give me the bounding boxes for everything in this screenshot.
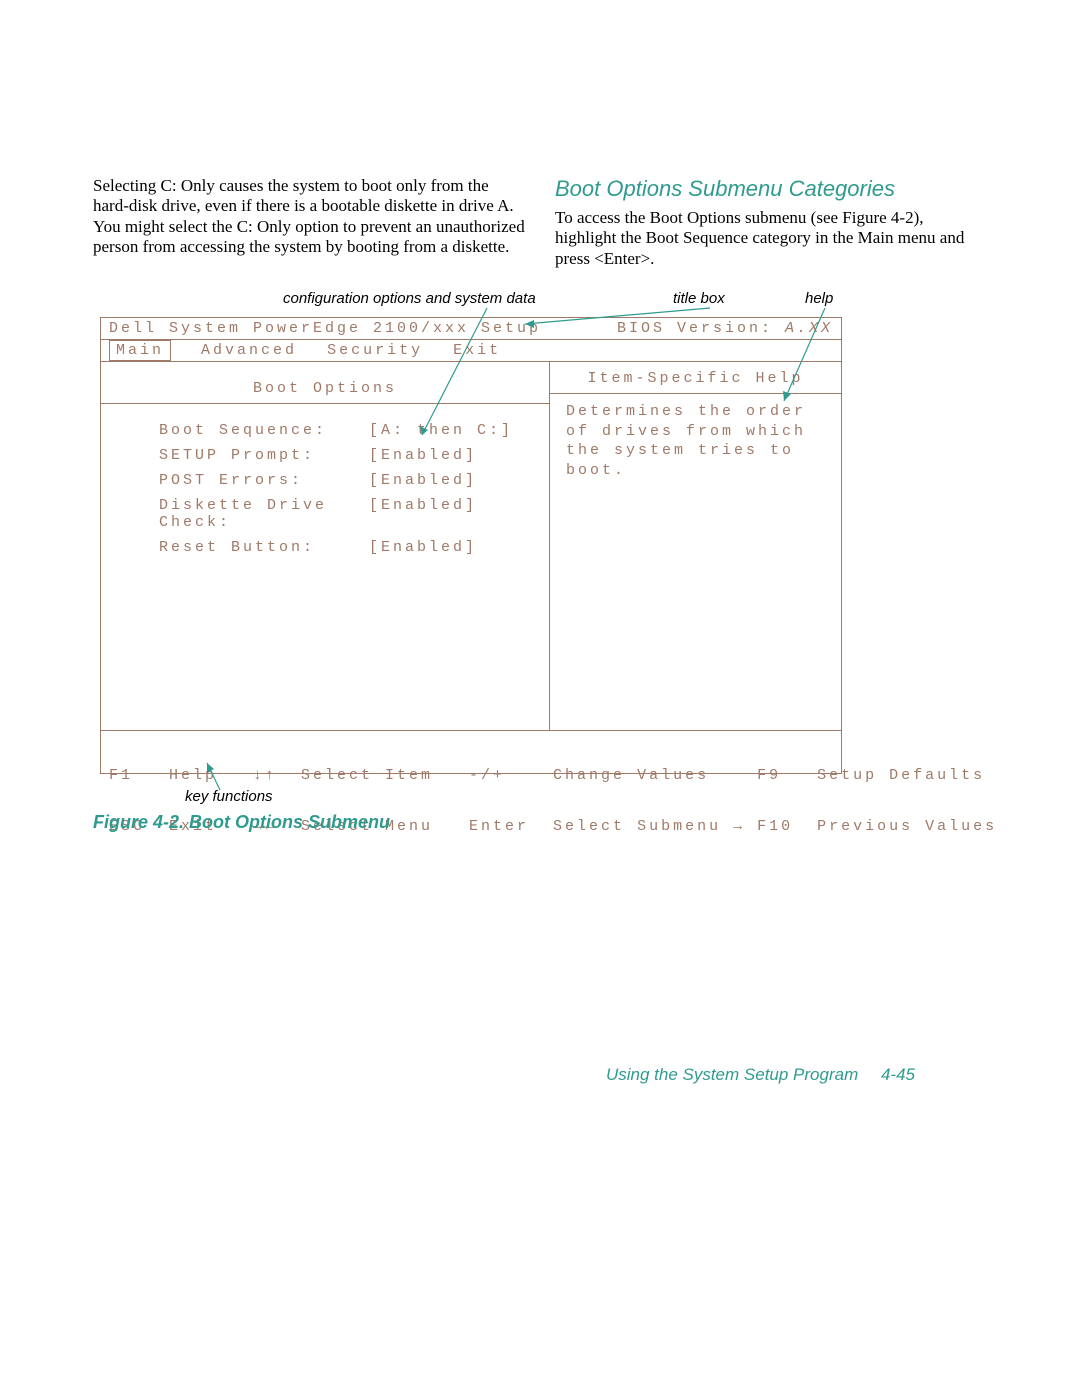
opt-diskette-check-label: Diskette Drive Check:	[159, 497, 369, 531]
menu-security[interactable]: Security	[327, 342, 423, 359]
annot-config: configuration options and system data	[283, 290, 536, 307]
bios-menu-bar: Main Advanced Security Exit	[101, 339, 841, 362]
opt-reset-button-label: Reset Button:	[159, 539, 369, 556]
opt-setup-prompt-label: SETUP Prompt:	[159, 447, 369, 464]
menu-advanced[interactable]: Advanced	[201, 342, 297, 359]
help-pane-text: Determines the order of drives from whic…	[550, 394, 841, 488]
footer-text: Using the System Setup Program	[606, 1065, 858, 1084]
opt-setup-prompt-value[interactable]: [Enabled]	[369, 447, 477, 464]
right-paragraph: To access the Boot Options submenu (see …	[555, 208, 987, 269]
opt-boot-sequence-value[interactable]: [A: then C:]	[369, 422, 513, 439]
opt-post-errors-label: POST Errors:	[159, 472, 369, 489]
submenu-title: Boot Options	[101, 362, 549, 404]
annot-help: help	[805, 290, 833, 307]
footer-page: 4-45	[881, 1065, 915, 1084]
menu-exit[interactable]: Exit	[453, 342, 501, 359]
keys-line-1: F1 Help ↓↑ Select Item -/+ Change Values…	[109, 767, 833, 784]
bios-version-value: A.XX	[785, 320, 833, 337]
page-footer: Using the System Setup Program 4-45	[606, 1065, 915, 1085]
bios-version-label: BIOS Version:	[617, 320, 773, 337]
annot-title: title box	[673, 290, 725, 307]
opt-diskette-check-value[interactable]: [Enabled]	[369, 497, 477, 531]
opt-reset-button-value[interactable]: [Enabled]	[369, 539, 477, 556]
left-paragraph: Selecting C: Only causes the system to b…	[93, 176, 525, 258]
annot-key-functions: key functions	[185, 788, 273, 805]
opt-post-errors-value[interactable]: [Enabled]	[369, 472, 477, 489]
section-heading: Boot Options Submenu Categories	[555, 176, 987, 202]
bios-screen: Dell System PowerEdge 2100/xxx Setup BIO…	[100, 317, 842, 774]
opt-boot-sequence-label: Boot Sequence:	[159, 422, 369, 439]
help-pane-title: Item-Specific Help	[550, 362, 841, 394]
figure-caption: Figure 4-2. Boot Options Submenu	[93, 812, 390, 833]
menu-main[interactable]: Main	[109, 340, 171, 361]
bios-system-title: Dell System PowerEdge 2100/xxx Setup	[109, 320, 541, 339]
